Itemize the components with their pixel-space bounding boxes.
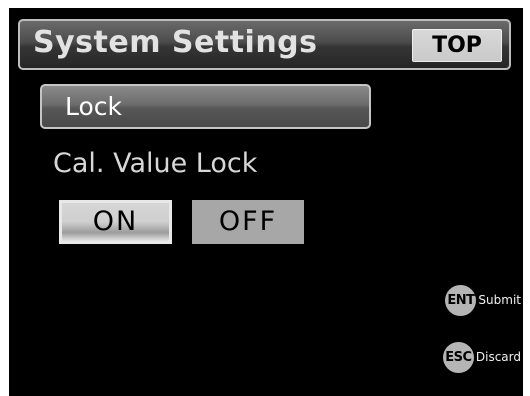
discard-hint[interactable]: ESC Discard — [442, 340, 521, 374]
ent-key-icon: ENT — [445, 284, 477, 316]
cal-value-lock-label: Cal. Value Lock — [53, 148, 258, 179]
submit-label: Submit — [478, 293, 521, 307]
device-screen: System Settings TOP Lock Cal. Value Lock… — [9, 8, 523, 396]
section-title: Lock — [65, 92, 123, 121]
top-button[interactable]: TOP — [412, 29, 502, 62]
on-button[interactable]: ON — [59, 200, 172, 244]
submit-hint[interactable]: ENT Submit — [445, 283, 521, 317]
esc-key-icon: ESC — [442, 341, 474, 373]
off-button[interactable]: OFF — [192, 200, 304, 244]
title-bar: System Settings TOP — [18, 19, 511, 70]
section-header-lock[interactable]: Lock — [40, 84, 371, 129]
discard-label: Discard — [475, 350, 521, 364]
page-title: System Settings — [33, 25, 318, 60]
